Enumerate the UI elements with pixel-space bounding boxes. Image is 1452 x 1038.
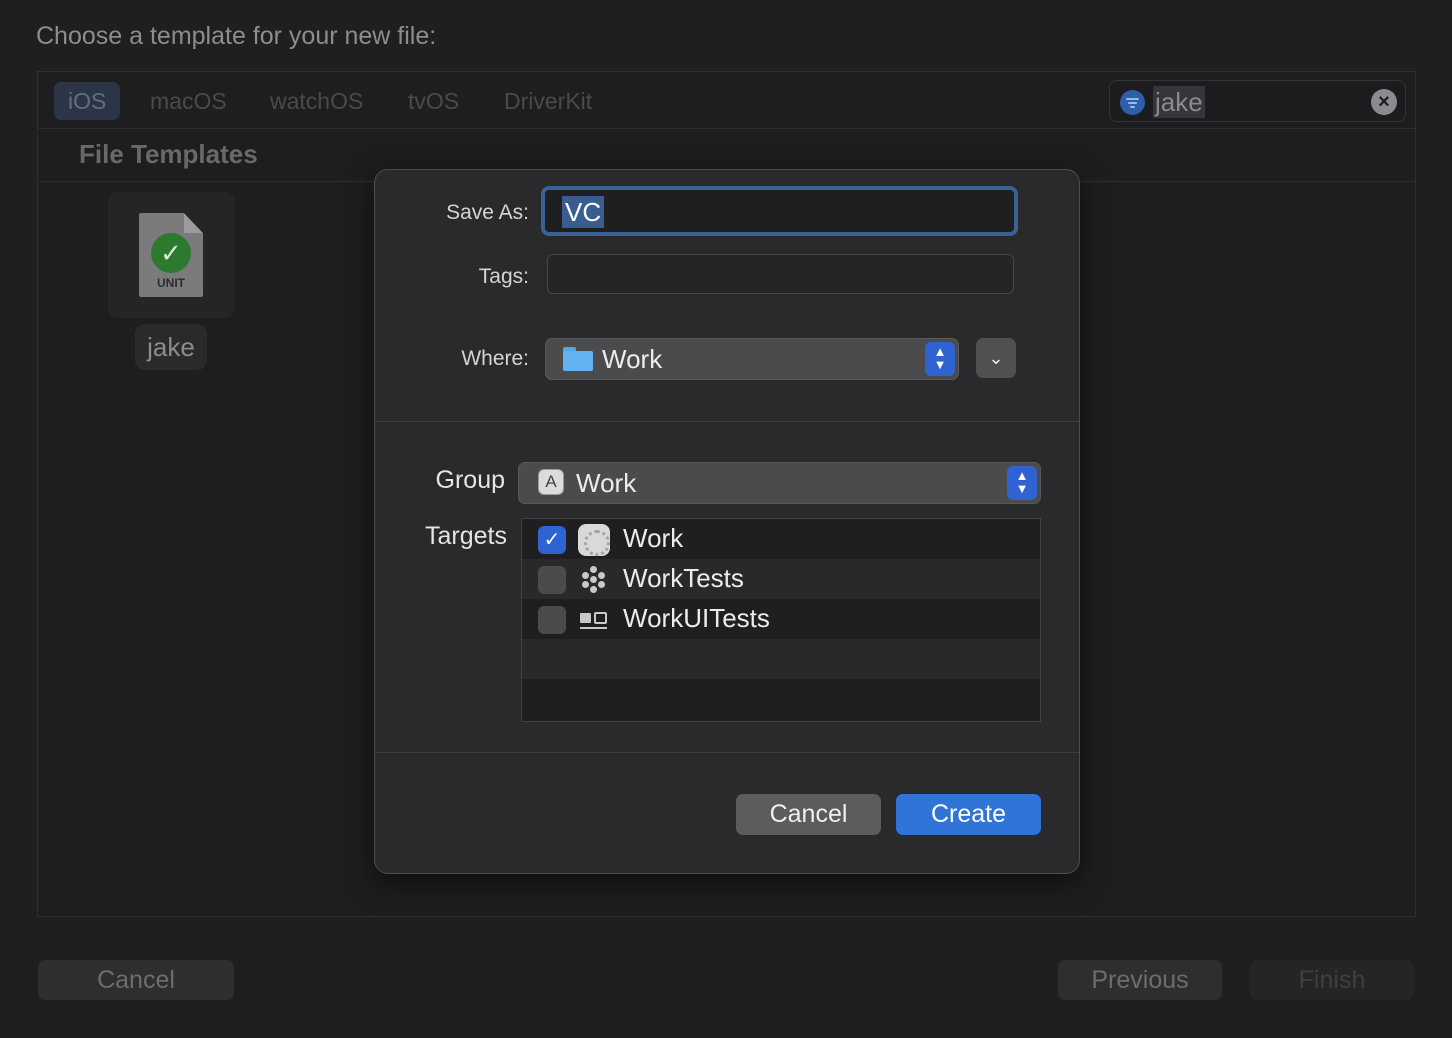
target-checkbox[interactable] xyxy=(538,566,566,594)
previous-button[interactable]: Previous xyxy=(1058,960,1222,1000)
unit-badge: UNIT xyxy=(157,276,185,290)
platform-tab-bar: iOS macOS watchOS tvOS DriverKit jake × xyxy=(38,72,1415,129)
target-checkbox[interactable]: ✓ xyxy=(538,526,566,554)
tab-macos[interactable]: macOS xyxy=(136,82,241,120)
section-title: File Templates xyxy=(79,139,258,169)
sheet-cancel-button[interactable]: Cancel xyxy=(736,794,881,835)
tags-field[interactable] xyxy=(547,254,1014,294)
create-button[interactable]: Create xyxy=(896,794,1041,835)
unit-test-bundle-icon xyxy=(578,564,610,596)
save-as-label: Save As: xyxy=(446,201,529,224)
template-search-field[interactable]: jake × xyxy=(1109,80,1406,122)
tags-label: Tags: xyxy=(478,265,529,288)
where-label: Where: xyxy=(461,347,529,370)
tab-ios[interactable]: iOS xyxy=(54,82,121,120)
save-as-field[interactable]: VC xyxy=(541,186,1018,236)
filter-icon[interactable] xyxy=(1120,90,1145,115)
template-tile-label[interactable]: jake xyxy=(135,324,207,370)
chevron-up-down-icon: ▲ ▼ xyxy=(925,342,955,376)
window-title: Choose a template for your new file: xyxy=(36,22,437,50)
target-name: WorkTests xyxy=(623,563,744,593)
expand-chevron-button[interactable]: ⌄ xyxy=(976,338,1016,378)
empty-row xyxy=(522,639,1040,679)
group-value: Work xyxy=(576,468,637,498)
target-name: WorkUITests xyxy=(623,603,770,633)
group-label: Group xyxy=(435,466,505,494)
save-sheet: Save As: VC Tags: Where: Work ▲ ▼ ⌄ Group… xyxy=(374,169,1080,874)
tab-watchos[interactable]: watchOS xyxy=(256,82,377,120)
template-tile-jake[interactable]: ✓ UNIT xyxy=(108,192,235,318)
list-item[interactable]: ✓ Work xyxy=(522,519,1040,559)
search-input[interactable]: jake xyxy=(1153,86,1205,118)
xcode-project-icon: A xyxy=(538,469,564,495)
chevron-down-icon: ⌄ xyxy=(988,348,1004,368)
targets-label: Targets xyxy=(425,522,507,550)
chevron-up-down-icon: ▲ ▼ xyxy=(1007,466,1037,500)
list-item[interactable]: WorkTests xyxy=(522,559,1040,599)
save-as-input[interactable]: VC xyxy=(562,196,605,228)
clear-search-icon[interactable]: × xyxy=(1371,89,1397,115)
tab-tvos[interactable]: tvOS xyxy=(394,82,473,120)
group-popup[interactable]: A Work ▲ ▼ xyxy=(518,462,1041,504)
folder-icon xyxy=(563,347,593,371)
finish-button[interactable]: Finish xyxy=(1250,960,1414,1000)
ui-test-bundle-icon xyxy=(578,604,610,636)
list-item[interactable]: WorkUITests xyxy=(522,599,1040,639)
app-target-icon xyxy=(578,524,610,556)
targets-list: ✓ Work WorkTests WorkUITests xyxy=(521,518,1041,722)
where-popup[interactable]: Work ▲ ▼ xyxy=(545,338,959,380)
target-name: Work xyxy=(623,523,684,553)
where-value: Work xyxy=(602,344,663,374)
divider xyxy=(375,752,1079,753)
tab-driverkit[interactable]: DriverKit xyxy=(490,82,606,120)
unit-test-file-icon: ✓ UNIT xyxy=(139,213,203,297)
template-chooser-window: Choose a template for your new file: iOS… xyxy=(0,0,1452,1038)
target-checkbox[interactable] xyxy=(538,606,566,634)
divider xyxy=(375,421,1079,422)
cancel-button[interactable]: Cancel xyxy=(38,960,234,1000)
checkmark-icon: ✓ xyxy=(151,233,191,273)
